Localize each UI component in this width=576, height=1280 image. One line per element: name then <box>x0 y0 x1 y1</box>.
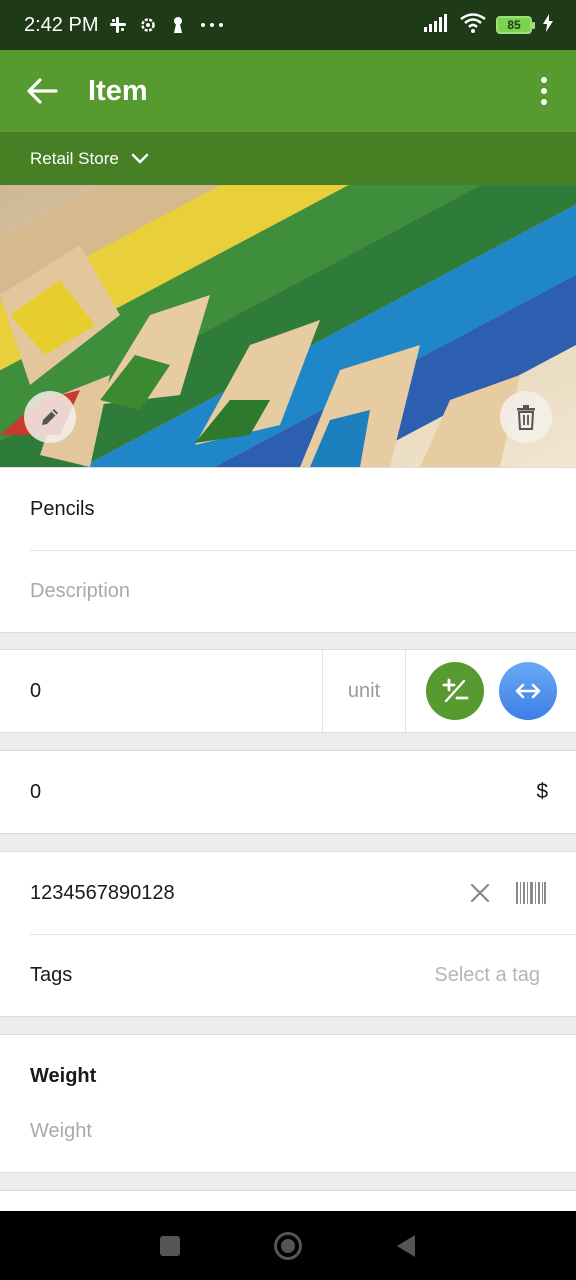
plus-minus-icon <box>442 678 468 703</box>
details-section: Pencils Description <box>0 467 576 633</box>
navigation-bar <box>0 1211 576 1280</box>
name-field[interactable]: Pencils <box>0 468 576 550</box>
swap-horizontal-icon <box>515 683 540 699</box>
tags-placeholder: Select a tag <box>434 963 540 986</box>
trash-icon <box>517 405 535 430</box>
transfer-button[interactable] <box>498 662 557 720</box>
tags-field[interactable]: Tags Select a tag <box>0 934 576 1016</box>
arrow-left-icon <box>27 78 58 104</box>
status-time: 2:42 PM <box>24 13 99 36</box>
weight-field[interactable]: Weight <box>30 1120 546 1143</box>
back-button[interactable] <box>26 77 58 105</box>
pencil-icon <box>42 409 58 425</box>
unit-placeholder: unit <box>347 679 381 702</box>
app-bar: Item <box>0 50 576 132</box>
edit-photo-button[interactable] <box>24 391 76 443</box>
more-vert-icon <box>541 77 547 84</box>
delete-photo-button[interactable] <box>500 391 552 443</box>
weight-placeholder: Weight <box>30 1120 92 1142</box>
item-name-value: Pencils <box>30 497 95 520</box>
settings-icon <box>138 15 158 35</box>
back-triangle-icon[interactable] <box>395 1234 417 1258</box>
more-dots-icon <box>198 15 226 35</box>
weight-section: Weight Weight <box>0 1034 576 1173</box>
weight-title: Weight <box>30 1065 97 1087</box>
more-options-button[interactable] <box>530 71 558 111</box>
charging-icon <box>542 13 554 37</box>
store-selector[interactable]: Retail Store <box>0 132 576 185</box>
adjust-quantity-button[interactable] <box>425 662 484 720</box>
status-bar: 2:42 PM 85 <box>0 0 576 50</box>
barcode-tags-section: 1234567890128 Tags Select a tag <box>0 851 576 1017</box>
currency-symbol: $ <box>536 780 548 803</box>
chevron-down-icon <box>131 153 149 164</box>
price-field[interactable]: 0 $ <box>0 751 576 833</box>
barcode-icon[interactable] <box>516 882 546 904</box>
price-section: 0 $ <box>0 750 576 834</box>
barcode-value: 1234567890128 <box>30 881 175 904</box>
description-placeholder: Description <box>30 579 131 602</box>
battery-icon: 85 <box>496 16 535 34</box>
description-field[interactable]: Description <box>0 550 576 632</box>
page-title: Item <box>88 74 148 107</box>
quantity-section: 0 unit <box>0 649 576 733</box>
signal-icon <box>424 13 450 37</box>
barcode-field[interactable]: 1234567890128 <box>0 852 576 934</box>
price-value: 0 <box>30 780 42 803</box>
keyhole-icon <box>168 15 188 35</box>
close-icon[interactable] <box>470 883 490 903</box>
store-name: Retail Store <box>30 148 119 168</box>
item-photo <box>0 185 576 467</box>
unit-field[interactable]: unit <box>323 650 406 732</box>
battery-level: 85 <box>507 18 521 32</box>
tags-label: Tags <box>30 963 73 986</box>
quantity-value: 0 <box>30 679 42 702</box>
recents-square-icon[interactable] <box>159 1235 181 1257</box>
quantity-field[interactable]: 0 <box>0 650 323 732</box>
home-circle-icon[interactable] <box>273 1231 303 1261</box>
wifi-icon <box>460 12 486 38</box>
slack-icon <box>108 15 128 35</box>
